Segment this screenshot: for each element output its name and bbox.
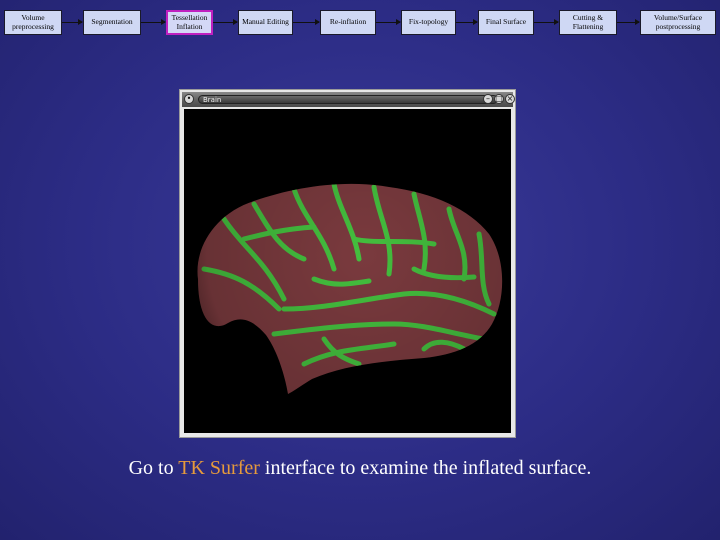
step-volume-surface-postprocessing: Volume/Surface postprocessing (640, 10, 716, 35)
flow-arrow (456, 19, 478, 25)
step-segmentation: Segmentation (83, 10, 141, 35)
window-title: Brain (198, 95, 498, 104)
step-re-inflation: Re-inflation (320, 10, 376, 35)
flow-arrow (376, 19, 401, 25)
caption-suffix: interface to examine the inflated surfac… (259, 457, 592, 479)
step-tessellation-inflation: Tessellation Inflation (166, 10, 213, 35)
inflated-brain-surface (197, 183, 503, 394)
menu-icon[interactable]: • (184, 94, 194, 104)
step-label: Final Surface (485, 17, 527, 27)
step-manual-editing: Manual Editing (238, 10, 293, 35)
close-icon[interactable]: × (505, 94, 515, 104)
step-fix-topology: Fix-topology (401, 10, 456, 35)
caption-highlight: TK Surfer (178, 457, 260, 479)
window-titlebar[interactable]: • Brain – □ × (182, 92, 515, 107)
flow-arrow (617, 19, 640, 25)
maximize-icon[interactable]: □ (494, 94, 504, 104)
surface-viewport[interactable] (184, 109, 511, 433)
pipeline-flow: Volume preprocessing Segmentation Tessel… (0, 0, 720, 50)
minimize-icon[interactable]: – (483, 94, 493, 104)
step-label: Cutting & Flattening (572, 13, 604, 31)
caption-prefix: Go to (128, 457, 179, 479)
step-final-surface: Final Surface (478, 10, 534, 35)
step-cutting-flattening: Cutting & Flattening (559, 10, 617, 35)
tksurfer-window[interactable]: • Brain – □ × (179, 89, 516, 438)
step-volume-preprocessing: Volume preprocessing (4, 10, 62, 35)
step-label: Segmentation (91, 17, 133, 27)
flow-arrow (141, 19, 166, 25)
step-label: Tessellation Inflation (171, 13, 208, 31)
step-label: Manual Editing (242, 17, 289, 27)
step-label: Re-inflation (329, 17, 367, 27)
flow-arrow (534, 19, 559, 25)
flow-arrow (62, 19, 83, 25)
instruction-caption: Go to TK Surfer interface to examine the… (0, 457, 720, 480)
step-label: Fix-topology (408, 17, 449, 27)
step-label: Volume/Surface postprocessing (653, 13, 703, 31)
step-label: Volume preprocessing (12, 13, 54, 31)
flow-arrow (293, 19, 320, 25)
flow-arrow (213, 19, 238, 25)
